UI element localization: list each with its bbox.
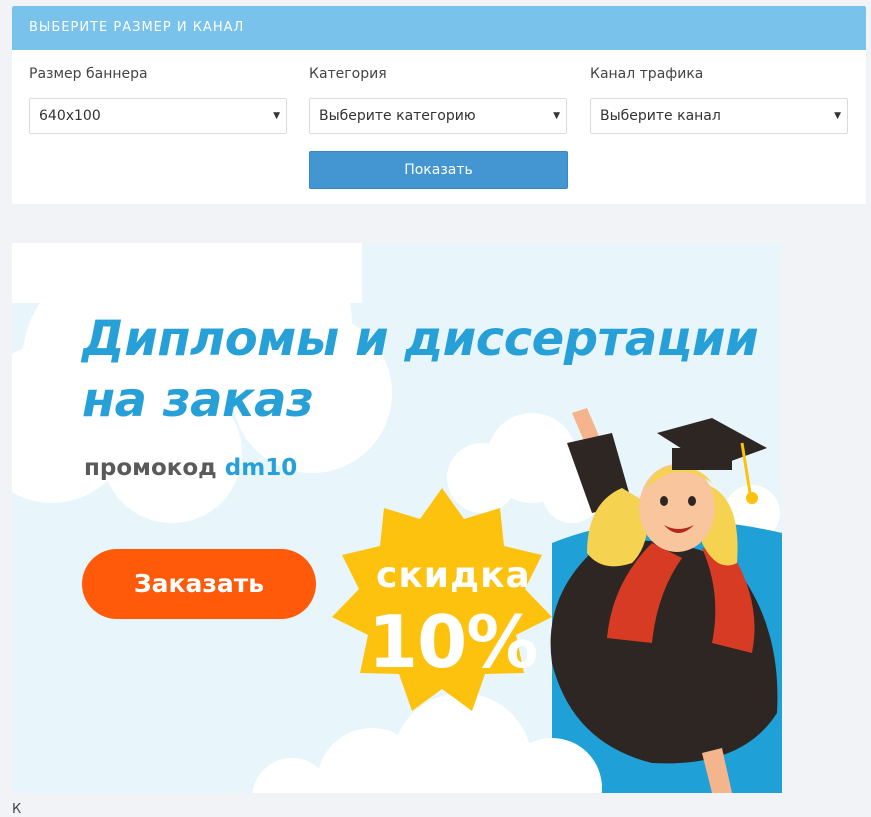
- promo-label: промокод: [84, 455, 217, 481]
- banner-size-select[interactable]: 640x100 ▼: [29, 98, 287, 134]
- category-label: Категория: [309, 66, 387, 82]
- chevron-down-icon: ▼: [553, 111, 560, 121]
- banner-size-field: Размер баннера 640x100 ▼: [29, 62, 287, 134]
- traffic-channel-value: Выберите канал: [600, 108, 721, 124]
- discount-value: 10%: [368, 600, 538, 684]
- promo-line: промокод dm10: [84, 455, 297, 481]
- banner-title: Дипломы и диссертации на заказ: [82, 309, 759, 431]
- footer-text: К: [12, 802, 22, 817]
- ad-banner[interactable]: Дипломы и диссертации на заказ промокод …: [12, 243, 782, 793]
- banner-title-line2: на заказ: [82, 372, 314, 428]
- traffic-channel-field: Канал трафика Выберите канал ▼: [590, 62, 848, 134]
- promo-code: dm10: [224, 455, 298, 481]
- chevron-down-icon: ▼: [273, 111, 280, 121]
- banner-size-value: 640x100: [39, 108, 101, 124]
- traffic-channel-label: Канал трафика: [590, 66, 704, 82]
- selection-panel: ВЫБЕРИТЕ РАЗМЕР И КАНАЛ Размер баннера 6…: [12, 6, 866, 204]
- category-select[interactable]: Выберите категорию ▼: [309, 98, 567, 134]
- discount-label: скидка: [376, 555, 531, 596]
- order-button[interactable]: Заказать: [82, 549, 316, 619]
- panel-header: ВЫБЕРИТЕ РАЗМЕР И КАНАЛ: [12, 6, 866, 50]
- category-value: Выберите категорию: [319, 108, 476, 124]
- show-button[interactable]: Показать: [309, 151, 568, 189]
- chevron-down-icon: ▼: [834, 111, 841, 121]
- banner-title-line1: Дипломы и диссертации: [82, 311, 759, 367]
- banner-size-label: Размер баннера: [29, 66, 148, 82]
- category-field: Категория Выберите категорию ▼: [309, 62, 567, 134]
- traffic-channel-select[interactable]: Выберите канал ▼: [590, 98, 848, 134]
